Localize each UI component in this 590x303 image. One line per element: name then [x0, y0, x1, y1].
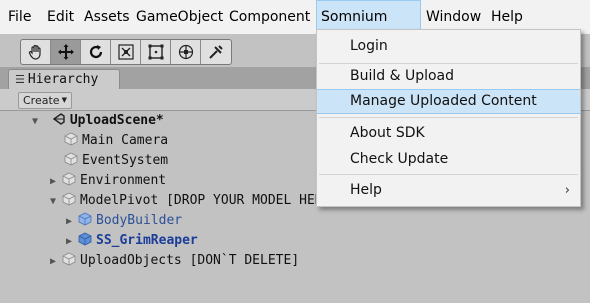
tree-item-eventsystem[interactable]: EventSystem: [64, 151, 168, 171]
scale-tool-button[interactable]: [111, 40, 141, 64]
scene-name: UploadScene*: [69, 113, 164, 128]
tree-item-ss-grimreaper[interactable]: ▶ SS_GrimReaper: [66, 231, 198, 251]
transform-tools: [20, 39, 232, 65]
collapsed-arrow-icon[interactable]: ▶: [66, 212, 78, 232]
gameobject-icon: [62, 252, 76, 266]
tree-item-uploadobjects[interactable]: ▶ UploadObjects [DON`T DELETE]: [50, 251, 299, 271]
scale-icon: [117, 44, 134, 60]
expanded-arrow-icon[interactable]: ▼: [50, 192, 62, 212]
tree-item-bodybuilder[interactable]: ▶ BodyBuilder: [66, 211, 182, 231]
custom-tool-button[interactable]: [201, 40, 231, 64]
somnium-sdk-menu: Login Build & Upload Manage Uploaded Con…: [316, 29, 581, 207]
unity-editor-window: File Edit Assets GameObject Component So…: [0, 0, 590, 303]
menu-component[interactable]: Component: [229, 0, 310, 34]
menu-item-login[interactable]: Login: [317, 34, 580, 59]
gameobject-icon: [62, 192, 76, 206]
menu-item-help[interactable]: Help ›: [317, 178, 580, 203]
chevron-right-icon: ›: [564, 183, 570, 198]
move-tool-button[interactable]: [51, 40, 81, 64]
collapsed-arrow-icon[interactable]: ▶: [66, 232, 78, 252]
scene-row[interactable]: ▼ UploadScene*: [32, 111, 164, 131]
expanded-arrow-icon[interactable]: ▼: [32, 112, 44, 132]
transform-tool-button[interactable]: [171, 40, 201, 64]
prefab-icon: [78, 232, 92, 246]
rect-tool-button[interactable]: [141, 40, 171, 64]
rotate-icon: [89, 45, 102, 59]
menu-gameobject[interactable]: GameObject: [136, 0, 223, 34]
dropdown-arrow-icon: ▼: [61, 96, 67, 104]
tree-item-modelpivot[interactable]: ▼ ModelPivot [DROP YOUR MODEL HERE]: [50, 191, 338, 211]
tree-item-main-camera[interactable]: Main Camera: [64, 131, 168, 151]
menu-separator: [319, 174, 578, 175]
menu-edit[interactable]: Edit: [47, 0, 74, 34]
hand-tool-button[interactable]: [21, 40, 51, 64]
collapsed-arrow-icon[interactable]: ▶: [50, 252, 62, 272]
menu-assets[interactable]: Assets: [84, 0, 130, 34]
custom-tool-icon: [209, 45, 223, 59]
menu-item-build-upload[interactable]: Build & Upload: [317, 64, 580, 89]
prefab-icon: [78, 212, 92, 226]
gameobject-icon: [64, 132, 78, 146]
tab-hierarchy[interactable]: ☰ Hierarchy: [8, 69, 120, 89]
rotate-tool-button[interactable]: [81, 40, 111, 64]
menu-item-about-sdk[interactable]: About SDK: [317, 121, 580, 146]
create-dropdown-button[interactable]: Create ▼: [18, 92, 72, 109]
gameobject-icon: [64, 152, 78, 166]
tree-item-environment[interactable]: ▶ Environment: [50, 171, 166, 191]
menu-separator: [319, 117, 578, 118]
rect-icon: [148, 44, 163, 60]
move-icon: [57, 44, 74, 60]
menu-item-manage-uploaded-content[interactable]: Manage Uploaded Content: [317, 89, 580, 114]
gameobject-icon: [62, 172, 76, 186]
hand-icon: [28, 44, 41, 60]
menu-file[interactable]: File: [8, 0, 31, 34]
transform-icon: [178, 44, 193, 60]
collapsed-arrow-icon[interactable]: ▶: [50, 172, 62, 192]
list-icon: ☰: [15, 73, 25, 86]
unity-scene-icon: [52, 113, 65, 125]
menu-item-check-update[interactable]: Check Update: [317, 147, 580, 172]
